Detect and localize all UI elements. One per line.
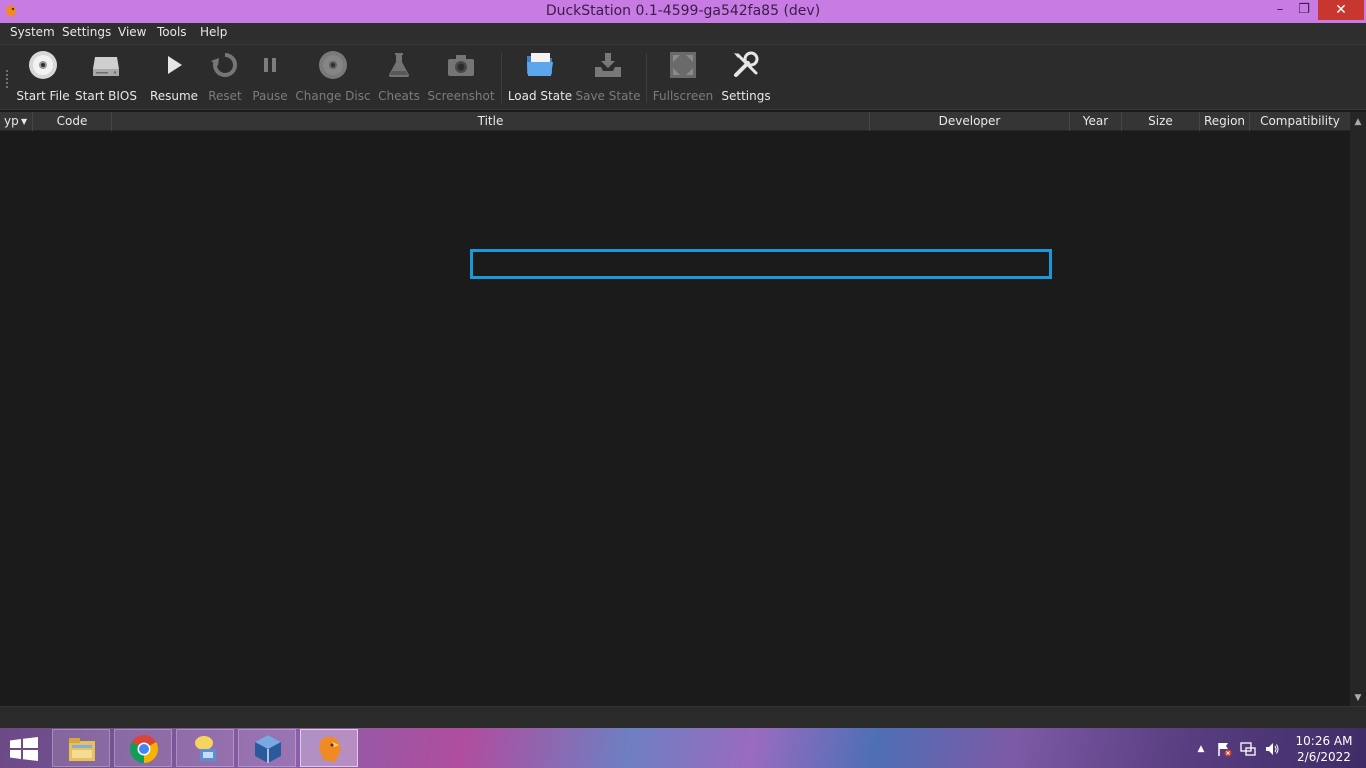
save-state-label: Save State <box>575 89 641 103</box>
messenger-icon <box>195 736 216 761</box>
start-bios-button[interactable]: Start BIOS <box>75 49 137 105</box>
taskbar-virtualbox[interactable] <box>238 729 296 767</box>
clock-date: 2/6/2022 <box>1297 750 1351 764</box>
scroll-up-icon[interactable]: ▲ <box>1350 114 1366 130</box>
save-state-button[interactable]: Save State <box>575 49 641 105</box>
start-bios-label: Start BIOS <box>75 89 137 103</box>
volume-icon[interactable] <box>1264 741 1280 757</box>
reset-label: Reset <box>208 89 242 103</box>
close-button[interactable]: ✕ <box>1318 0 1364 20</box>
disc-icon <box>29 51 57 79</box>
column-header-size[interactable]: Size <box>1122 112 1200 131</box>
start-file-label: Start File <box>16 89 70 103</box>
menu-system[interactable]: System <box>10 25 55 39</box>
fullscreen-label: Fullscreen <box>652 89 714 103</box>
scroll-down-icon[interactable]: ▼ <box>1350 690 1366 706</box>
focus-outline <box>470 249 1052 279</box>
windows-start-icon[interactable] <box>9 737 39 761</box>
cheats-button[interactable]: Cheats <box>378 49 420 105</box>
restore-button[interactable]: ❐ <box>1290 0 1318 20</box>
column-header-year[interactable]: Year <box>1070 112 1122 131</box>
column-header-type[interactable]: yp ▼ <box>0 112 33 131</box>
settings-button[interactable]: Settings <box>721 49 771 105</box>
screenshot-button[interactable]: Screenshot <box>427 49 495 105</box>
start-file-button[interactable]: Start File <box>16 49 70 105</box>
sort-arrow-icon: ▼ <box>21 117 28 126</box>
flask-icon <box>389 53 409 77</box>
pause-icon <box>264 58 276 72</box>
taskbar-chrome[interactable] <box>114 729 172 767</box>
toolbar: Start File Start BIOS Resume Reset Pause <box>0 44 1366 110</box>
change-disc-label: Change Disc <box>295 89 371 103</box>
chrome-icon <box>130 735 158 763</box>
virtualbox-icon <box>255 735 281 763</box>
play-icon <box>168 56 182 74</box>
duckstation-icon <box>319 736 341 762</box>
title-bar: DuckStation 0.1-4599-ga542fa85 (dev) – ❐… <box>0 0 1366 23</box>
menu-view[interactable]: View <box>118 25 146 39</box>
taskbar-duckstation[interactable] <box>300 729 358 767</box>
screenshot-label: Screenshot <box>427 89 495 103</box>
game-list[interactable] <box>0 131 1350 706</box>
column-header-type-label: yp <box>4 114 19 128</box>
taskbar-clock[interactable]: 10:26 AM 2/6/2022 <box>1294 733 1354 765</box>
column-header-title[interactable]: Title <box>112 112 870 131</box>
column-header-developer[interactable]: Developer <box>870 112 1070 131</box>
menu-tools[interactable]: Tools <box>157 25 187 39</box>
window-title: DuckStation 0.1-4599-ga542fa85 (dev) <box>545 3 821 19</box>
column-header-code[interactable]: Code <box>33 112 112 131</box>
menu-help[interactable]: Help <box>200 25 227 39</box>
menu-settings[interactable]: Settings <box>62 25 111 39</box>
taskbar-file-explorer[interactable] <box>52 729 110 767</box>
action-center-flag-icon[interactable] <box>1216 741 1232 757</box>
game-list-header: yp ▼ Code Title Developer Year Size Regi… <box>0 112 1350 131</box>
load-state-button[interactable]: Load State <box>508 49 572 105</box>
reset-icon <box>211 52 238 77</box>
resume-label: Resume <box>149 89 199 103</box>
column-header-region[interactable]: Region <box>1200 112 1250 131</box>
camera-icon <box>448 55 474 76</box>
taskbar: ▲ 10:26 AM 2/6/2022 <box>0 728 1366 768</box>
drive-icon <box>93 57 119 76</box>
wrench-screwdriver-icon <box>734 51 759 77</box>
settings-label: Settings <box>721 89 771 103</box>
disc-icon <box>319 51 347 79</box>
save-tray-icon <box>595 53 621 77</box>
reset-button[interactable]: Reset <box>206 49 244 105</box>
network-icon[interactable] <box>1240 741 1256 757</box>
status-bar <box>0 706 1366 728</box>
menu-bar: System Settings View Tools Help <box>0 23 1366 44</box>
fullscreen-button[interactable]: Fullscreen <box>652 49 714 105</box>
folder-open-icon <box>527 53 553 76</box>
pause-button[interactable]: Pause <box>250 49 290 105</box>
change-disc-button[interactable]: Change Disc <box>295 49 371 105</box>
toolbar-separator <box>646 53 647 103</box>
cheats-label: Cheats <box>378 89 420 103</box>
clock-time: 10:26 AM <box>1295 734 1353 748</box>
column-header-compatibility[interactable]: Compatibility <box>1250 112 1350 131</box>
fullscreen-icon <box>670 52 696 78</box>
vertical-scrollbar[interactable]: ▲ ▼ <box>1350 112 1366 706</box>
tray-overflow-chevron-icon[interactable]: ▲ <box>1193 741 1209 757</box>
load-state-label: Load State <box>507 89 573 103</box>
file-explorer-icon <box>69 738 95 761</box>
resume-button[interactable]: Resume <box>149 49 199 105</box>
pause-label: Pause <box>252 89 288 103</box>
toolbar-separator <box>501 53 502 103</box>
taskbar-messenger[interactable] <box>176 729 234 767</box>
toolbar-grip-handle[interactable] <box>5 69 9 89</box>
